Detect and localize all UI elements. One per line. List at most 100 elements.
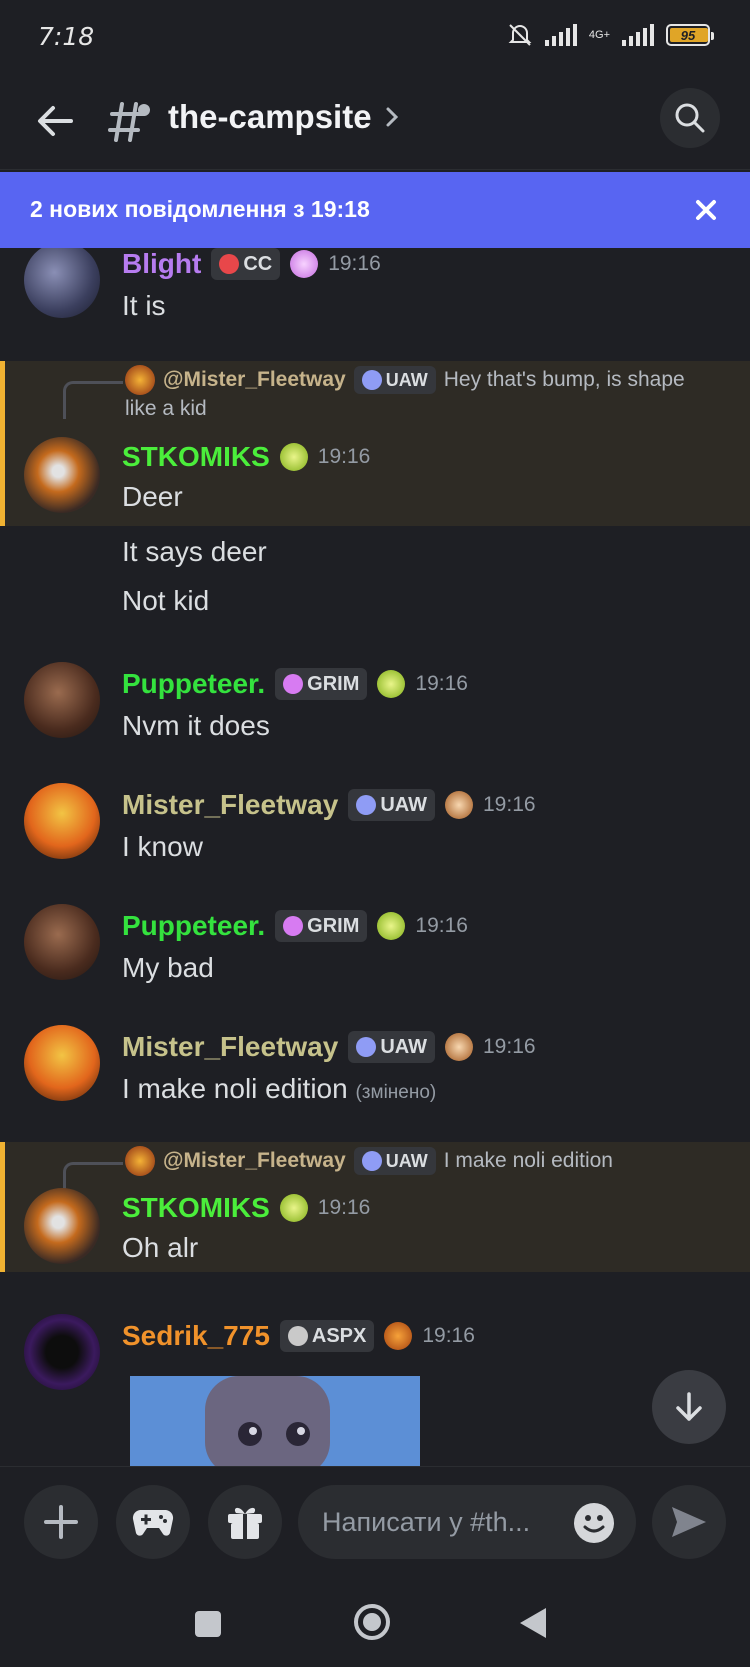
clan-tag[interactable]: CC: [211, 248, 281, 280]
timestamp: 19:16: [328, 252, 381, 275]
emoji-button[interactable]: [574, 1503, 614, 1543]
thread-channel-icon: [108, 102, 150, 142]
role-icon: [377, 670, 406, 698]
reply-author: @Mister_Fleetway: [163, 1149, 346, 1172]
author-name[interactable]: Puppeteer.: [122, 910, 265, 942]
flame-icon: [356, 1037, 377, 1057]
author-name[interactable]: STKOMIKS: [122, 1192, 270, 1224]
clan-tag[interactable]: GRIM: [275, 668, 368, 700]
status-time: 7:18: [38, 22, 95, 51]
timestamp: 19:16: [415, 672, 468, 695]
clan-tag[interactable]: UAW: [348, 789, 435, 821]
new-messages-text: 2 нових повідомлення з 19:18: [30, 196, 370, 222]
message-reply-highlight: @Mister_Fleetway UAW Hey that's bump, is…: [0, 361, 750, 526]
search-button[interactable]: [660, 88, 720, 148]
role-icon: [279, 443, 308, 471]
skull-icon: [283, 674, 304, 694]
message-reply-highlight: @Mister_Fleetway UAW I make noli edition…: [0, 1142, 750, 1272]
role-icon: [445, 791, 473, 819]
battery-icon: 95: [666, 24, 714, 46]
close-banner-button[interactable]: [690, 194, 722, 226]
channel-header: the-campsite: [0, 78, 750, 170]
home-button[interactable]: [352, 1602, 392, 1642]
author-name[interactable]: Blight: [122, 248, 201, 280]
message-text: It says deer: [122, 536, 267, 567]
reply-author: @Mister_Fleetway: [163, 368, 346, 391]
message: Puppeteer. GRIM 19:16 My bad: [0, 904, 750, 1004]
author-name[interactable]: Mister_Fleetway: [122, 1031, 338, 1063]
back-nav-button[interactable]: [518, 1606, 548, 1640]
add-attachment-button[interactable]: [24, 1485, 98, 1559]
flame-icon: [361, 1151, 382, 1171]
clan-tag[interactable]: ASPX: [279, 1320, 375, 1352]
mute-bell-icon: [508, 24, 532, 46]
reply-text: Hey that's bump, is shape: [443, 368, 685, 391]
signal-2-icon: [622, 24, 654, 46]
status-bar: 7:18 4G+ 95: [0, 0, 750, 78]
avatar[interactable]: [24, 1314, 100, 1390]
role-icon: [384, 1322, 413, 1350]
avatar[interactable]: [24, 1188, 100, 1264]
timestamp: 19:16: [483, 1035, 536, 1058]
flame-icon: [356, 795, 377, 815]
reply-preview[interactable]: @Mister_Fleetway UAW I make noli edition: [125, 1146, 613, 1176]
reply-text-cont: like a kid: [125, 397, 207, 420]
avatar[interactable]: [24, 783, 100, 859]
reply-text: I make noli edition: [443, 1149, 613, 1172]
plus-icon: [44, 1505, 78, 1539]
clan-tag[interactable]: GRIM: [275, 910, 368, 942]
message-list[interactable]: Blight CC 19:16 It is @Mister_Fleetway U…: [0, 248, 750, 1466]
clan-tag: UAW: [353, 1147, 436, 1175]
back-button[interactable]: [30, 96, 80, 146]
role-icon: [445, 1033, 473, 1061]
timestamp: 19:16: [415, 914, 468, 937]
gift-button[interactable]: [208, 1485, 282, 1559]
gift-icon: [228, 1507, 262, 1539]
image-attachment[interactable]: [130, 1376, 420, 1466]
clan-tag-icon: [219, 254, 240, 274]
send-button[interactable]: [652, 1485, 726, 1559]
recents-button[interactable]: [194, 1610, 222, 1638]
author-name[interactable]: Sedrik_775: [122, 1320, 270, 1352]
avatar[interactable]: [24, 662, 100, 738]
signal-icon: [544, 24, 577, 46]
skull-icon: [283, 916, 304, 936]
chevron-right-icon: [386, 107, 399, 127]
avatar[interactable]: [24, 1025, 100, 1101]
flame-icon: [361, 370, 382, 390]
author-name[interactable]: Mister_Fleetway: [122, 789, 338, 821]
new-messages-banner[interactable]: 2 нових повідомлення з 19:18: [0, 172, 750, 248]
gamepad-icon: [132, 1510, 174, 1536]
message-text: It is: [122, 290, 166, 321]
avatar[interactable]: [24, 904, 100, 980]
clan-tag: UAW: [353, 366, 436, 394]
timestamp: 19:16: [422, 1324, 475, 1347]
timestamp: 19:16: [317, 1196, 371, 1219]
arrow-down-icon: [676, 1392, 702, 1421]
author-name[interactable]: Puppeteer.: [122, 668, 265, 700]
message-text: Not kid: [122, 585, 210, 616]
message-text: Deer: [122, 481, 183, 512]
reply-avatar: [125, 365, 155, 395]
network-label: 4G+: [588, 29, 610, 41]
activities-button[interactable]: [116, 1485, 190, 1559]
battery-level: 95: [680, 27, 696, 43]
message: Mister_Fleetway UAW 19:16 I make noli ed…: [0, 1025, 750, 1125]
clan-tag[interactable]: UAW: [348, 1031, 435, 1063]
role-icon: [377, 912, 406, 940]
avatar[interactable]: [24, 437, 100, 513]
message: Puppeteer. GRIM 19:16 Nvm it does: [0, 662, 750, 762]
timestamp: 19:16: [317, 445, 371, 468]
role-icon: [290, 250, 319, 278]
role-icon: [279, 1194, 308, 1222]
reply-connector: [63, 381, 123, 419]
message-text: I know: [122, 831, 203, 862]
avatar[interactable]: [24, 248, 100, 318]
channel-name[interactable]: the-campsite: [168, 98, 372, 136]
jump-to-bottom-button[interactable]: [652, 1370, 726, 1444]
timestamp: 19:16: [483, 793, 536, 816]
smile-icon: [583, 1515, 605, 1533]
system-nav-bar: [0, 1578, 750, 1667]
author-name[interactable]: STKOMIKS: [122, 441, 270, 473]
reply-preview[interactable]: @Mister_Fleetway UAW Hey that's bump, is…: [125, 365, 685, 395]
